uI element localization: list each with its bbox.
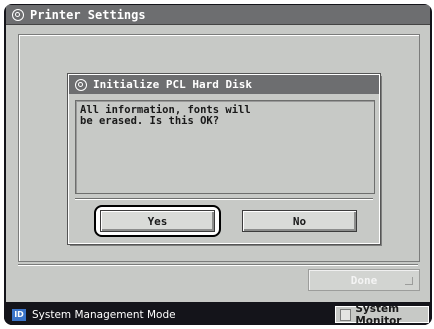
id-badge-icon: ID (12, 308, 26, 321)
done-button-label: Done (350, 273, 378, 287)
system-monitor-button[interactable]: System Monitor (335, 302, 429, 326)
return-corner-icon (405, 277, 413, 285)
done-button[interactable]: Done (308, 269, 420, 291)
device-screen: Printer Settings Initialize PCL Hard Dis… (4, 4, 432, 325)
printer-settings-window: Printer Settings Initialize PCL Hard Dis… (6, 5, 430, 302)
window-title: Printer Settings (30, 7, 146, 22)
footer-divider (18, 264, 418, 266)
initialize-dialog: Initialize PCL Hard Disk All information… (67, 73, 381, 245)
monitor-icon (340, 308, 352, 321)
dialog-divider (75, 198, 373, 200)
no-button-label: No (292, 214, 307, 228)
dialog-message: All information, fonts will be erased. I… (80, 104, 251, 127)
mode-text: System Management Mode (32, 308, 176, 321)
dialog-title-bar: Initialize PCL Hard Disk (69, 75, 379, 94)
dialog-message-box: All information, fonts will be erased. I… (75, 100, 375, 194)
dialog-title: Initialize PCL Hard Disk (93, 78, 252, 91)
system-monitor-label: System Monitor (355, 302, 402, 326)
yes-button-label: Yes (147, 214, 168, 228)
no-button[interactable]: No (242, 210, 357, 232)
gear-icon (12, 8, 24, 21)
gear-icon (75, 78, 87, 91)
yes-button[interactable]: Yes (100, 210, 215, 232)
status-bar: ID System Management Mode System Monitor (4, 302, 432, 326)
window-title-bar: Printer Settings (6, 5, 430, 25)
